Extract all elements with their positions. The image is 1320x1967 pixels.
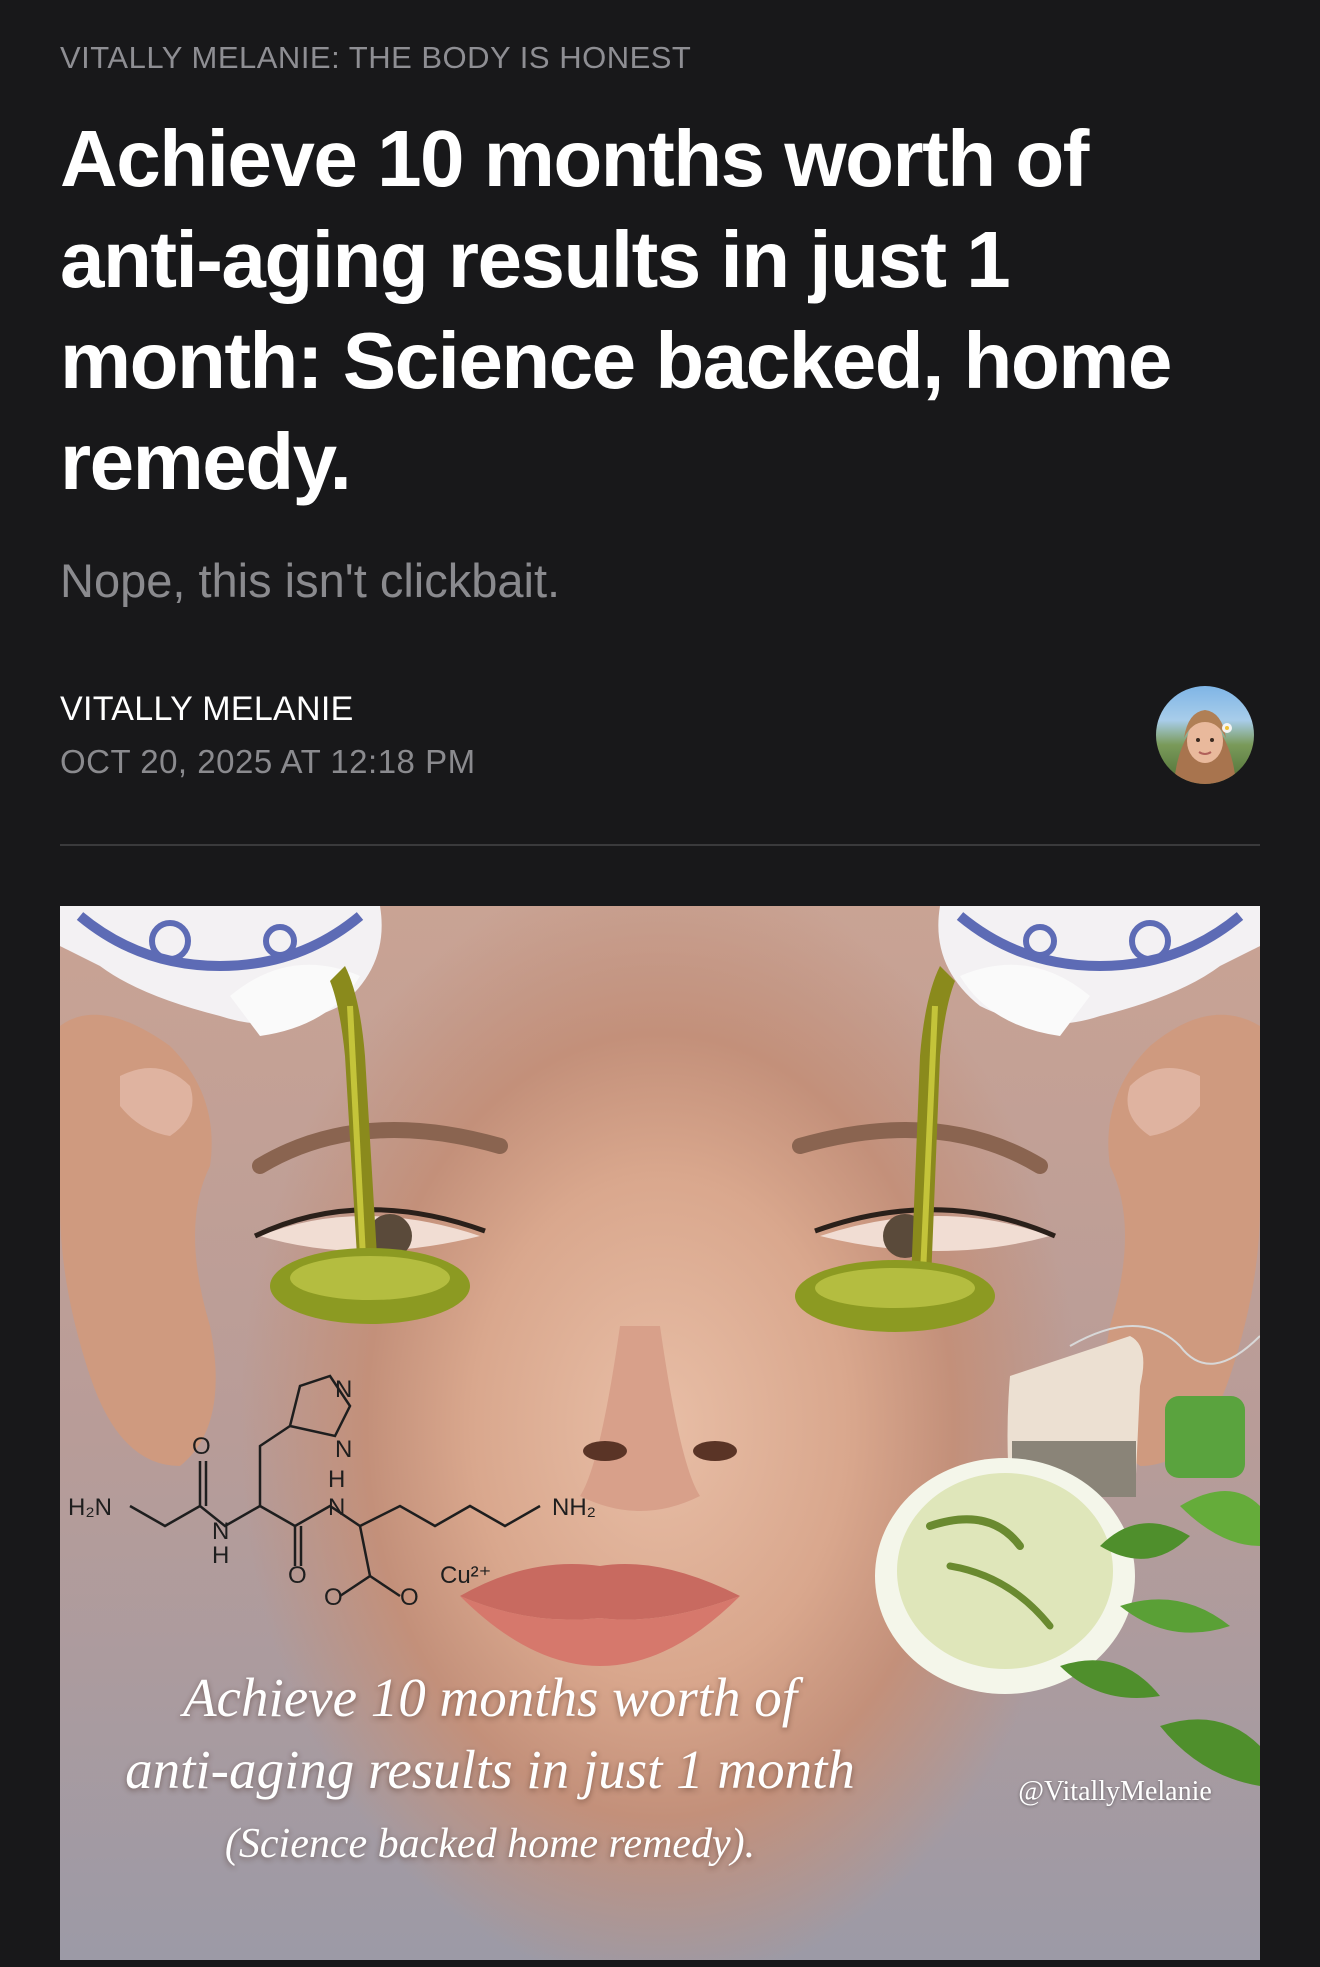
article-subtitle: Nope, this isn't clickbait.: [60, 554, 561, 607]
publish-date: OCT 20, 2025 AT 12:18 PM: [60, 743, 476, 780]
header-divider: [60, 844, 1260, 846]
author-avatar[interactable]: [1156, 686, 1254, 784]
chem-label-h2n: H₂N: [68, 1494, 112, 1521]
hero-image[interactable]: H₂N NH₂ Cu²⁺ O O O O N N N N H H Achieve…: [60, 906, 1260, 1960]
publication-kicker[interactable]: VITALLY MELANIE: THE BODY IS HONEST: [60, 40, 691, 76]
chem-label-h2: H: [328, 1466, 346, 1493]
author-name[interactable]: VITALLY MELANIE: [60, 690, 354, 729]
chem-label-h1: H: [212, 1542, 230, 1569]
chem-label-o3: O: [324, 1584, 343, 1611]
article-headline: Achieve 10 months worth of anti-aging re…: [60, 114, 1172, 506]
chem-label-n3: N: [328, 1494, 346, 1521]
chem-label-n1: N: [335, 1376, 353, 1403]
chem-label-cu: Cu²⁺: [440, 1562, 492, 1589]
hero-handle: @VitallyMelanie: [1018, 1776, 1212, 1807]
chem-label-o1: O: [192, 1433, 211, 1460]
chem-label-o2: O: [288, 1562, 307, 1589]
chem-label-nh2: NH₂: [552, 1494, 596, 1521]
chem-label-n2: N: [335, 1436, 353, 1463]
article-page: VITALLY MELANIE: THE BODY IS HONEST Achi…: [0, 0, 1320, 1967]
hero-overlay-line3: (Science backed home remedy).: [224, 1821, 756, 1867]
hero-overlay-line2: anti-aging results in just 1 month: [125, 1739, 855, 1800]
hero-overlay-line1: Achieve 10 months worth of: [182, 1667, 798, 1728]
chem-label-o4: O: [400, 1584, 419, 1611]
